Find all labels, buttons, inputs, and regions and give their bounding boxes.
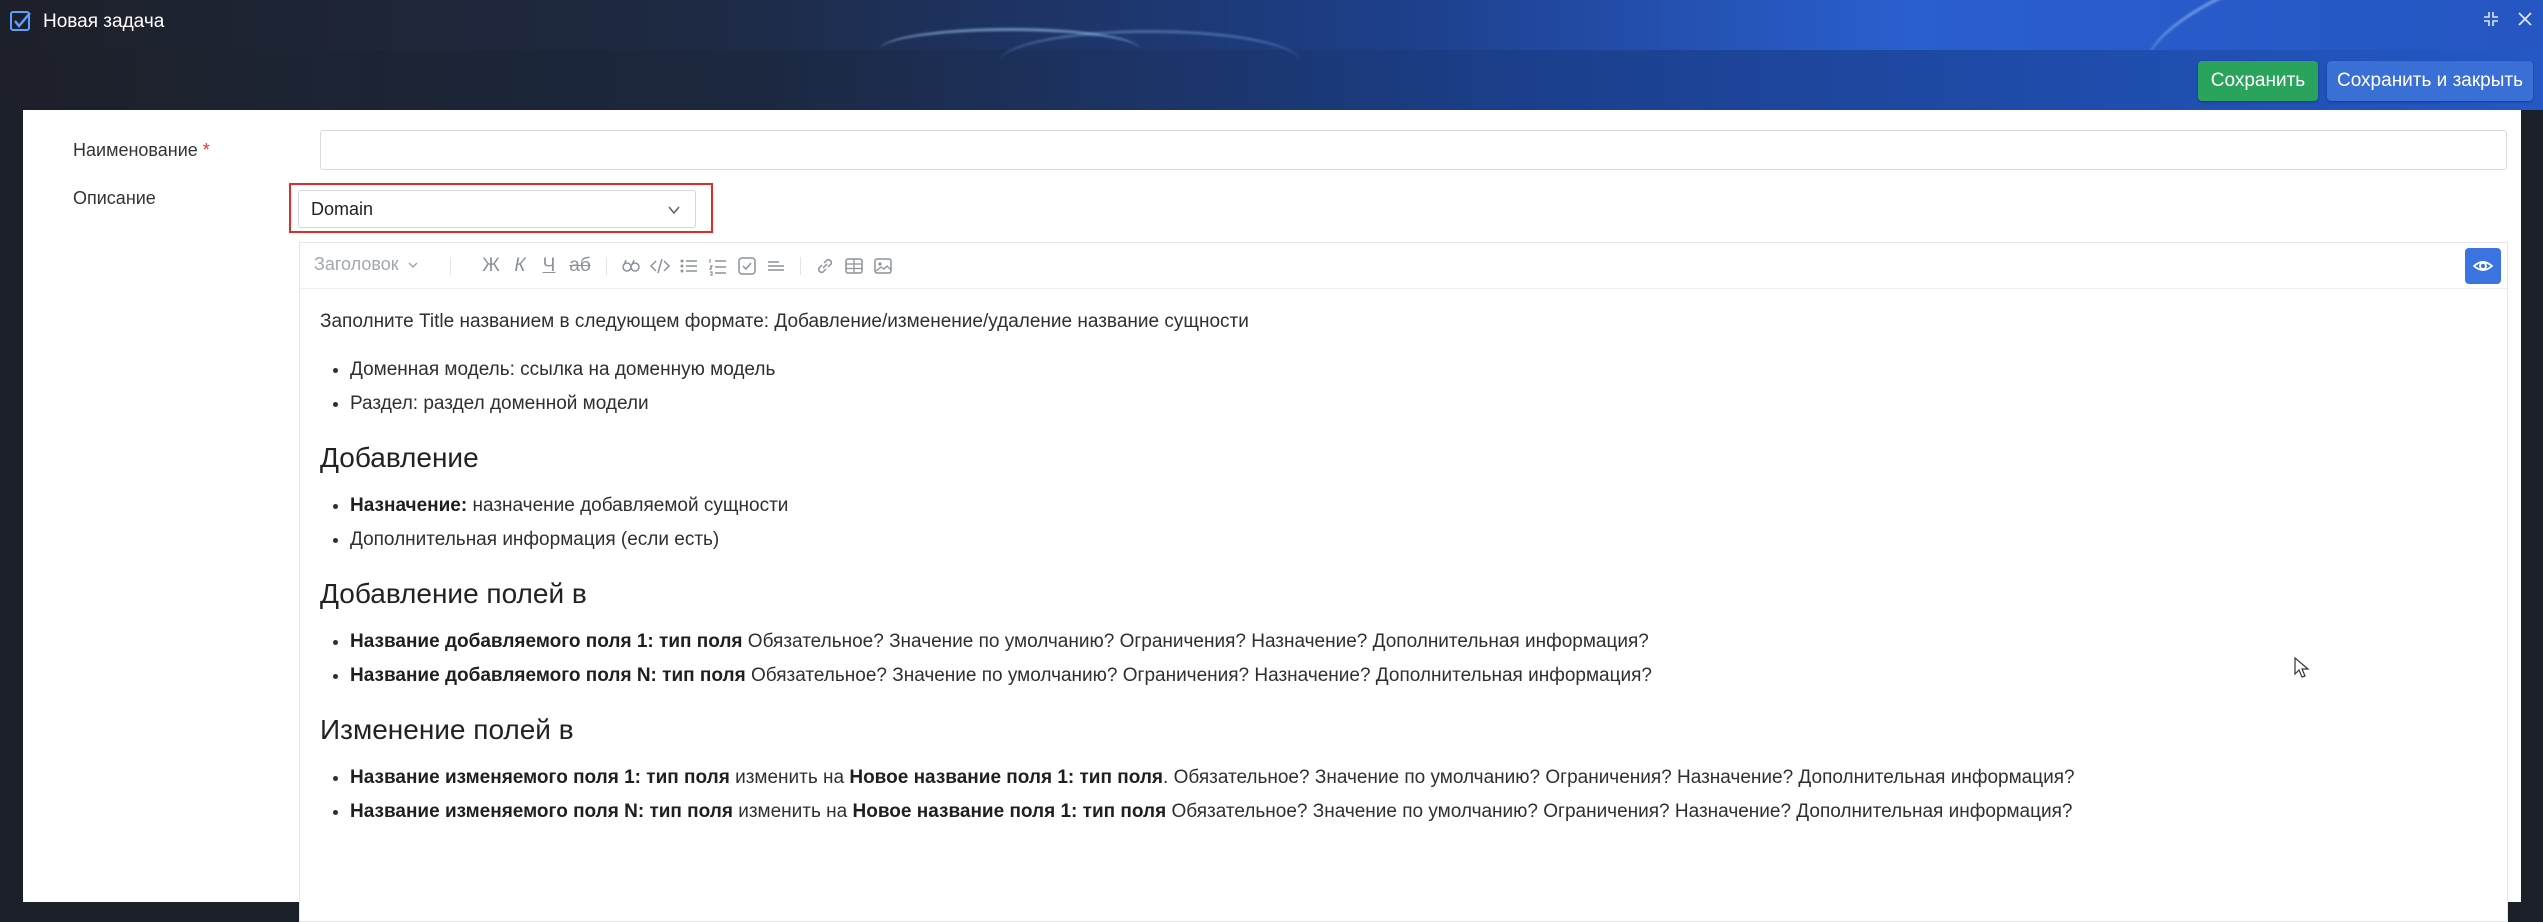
preview-toggle-button[interactable] bbox=[2465, 248, 2501, 284]
link-icon[interactable] bbox=[814, 255, 836, 277]
background-glow bbox=[1000, 30, 1300, 93]
editor-toolbar: Заголовок Ж К Ч аб bbox=[300, 243, 2507, 289]
section-heading: Добавление bbox=[320, 442, 479, 473]
section-heading: Изменение полей в bbox=[320, 714, 574, 745]
section-list: Название добавляемого поля 1: тип поля О… bbox=[320, 625, 2487, 693]
section-list: Название изменяемого поля 1: тип поля из… bbox=[320, 761, 2487, 829]
list-item: Название изменяемого поля 1: тип поля из… bbox=[350, 761, 2487, 795]
list-item-bold: Назначение: bbox=[350, 495, 468, 516]
list-item: Доменная модель: ссылка на доменную моде… bbox=[350, 353, 2487, 387]
heading-select-label: Заголовок bbox=[314, 254, 399, 274]
close-icon[interactable] bbox=[2513, 9, 2537, 33]
image-icon[interactable] bbox=[872, 255, 894, 277]
list-item-text: Обязательное? Значение по умолчанию? Огр… bbox=[742, 631, 1649, 652]
list-item-bold: Название изменяемого поля N: тип поля bbox=[350, 801, 733, 822]
quote-icon[interactable] bbox=[620, 255, 642, 277]
name-label: Наименование * bbox=[73, 140, 210, 161]
task-list-icon[interactable] bbox=[736, 255, 758, 277]
markdown-editor[interactable]: Заголовок Ж К Ч аб Заполните Title назва… bbox=[299, 242, 2508, 922]
list-item-text: . Обязательное? Значение по умолчанию? О… bbox=[1163, 767, 2075, 788]
list-item-text: изменить на bbox=[729, 767, 850, 788]
horizontal-rule-icon[interactable] bbox=[765, 255, 787, 277]
save-and-close-button[interactable]: Сохранить и закрыть bbox=[2327, 61, 2533, 101]
table-icon[interactable] bbox=[843, 255, 865, 277]
description-label: Описание bbox=[73, 188, 156, 208]
chevron-down-icon bbox=[408, 262, 418, 269]
mouse-cursor-icon bbox=[2294, 657, 2310, 678]
strikethrough-button[interactable]: аб bbox=[567, 255, 593, 277]
list-item: Название изменяемого поля N: тип поля из… bbox=[350, 795, 2487, 829]
toolbar-divider bbox=[606, 257, 607, 275]
list-item: Раздел: раздел доменной модели bbox=[350, 387, 2487, 421]
toolbar-divider bbox=[800, 257, 801, 275]
italic-button[interactable]: К bbox=[509, 255, 531, 277]
section-heading: Добавление полей в bbox=[320, 578, 587, 609]
save-button[interactable]: Сохранить bbox=[2198, 61, 2318, 101]
list-item-text: Обязательное? Значение по умолчанию? Огр… bbox=[1166, 801, 2073, 822]
list-item-text: Обязательное? Значение по умолчанию? Огр… bbox=[745, 665, 1652, 686]
task-form: Наименование * Описание Domain Заголовок… bbox=[23, 110, 2521, 922]
list-item-text: назначение добавляемой сущности bbox=[467, 495, 789, 516]
list-item: Название добавляемого поля 1: тип поля О… bbox=[350, 625, 2487, 659]
underline-button[interactable]: Ч bbox=[538, 255, 560, 277]
template-select-value: Domain bbox=[311, 199, 374, 219]
list-item-bold: Название добавляемого поля N: тип поля bbox=[350, 665, 746, 686]
list-item-bold: Название изменяемого поля 1: тип поля bbox=[350, 767, 730, 788]
name-label-text: Наименование bbox=[73, 140, 198, 160]
list-item: Дополнительная информация (если есть) bbox=[350, 523, 2487, 557]
section-list: Назначение: назначение добавляемой сущно… bbox=[320, 489, 2487, 557]
intro-paragraph: Заполните Title названием в следующем фо… bbox=[320, 311, 1249, 332]
list-item-text: изменить на bbox=[732, 801, 853, 822]
list-item-bold: Новое название поля 1: тип поля bbox=[852, 801, 1167, 822]
toolbar-divider bbox=[450, 257, 451, 275]
numbered-list-icon[interactable] bbox=[707, 255, 729, 277]
list-item: Название добавляемого поля N: тип поля О… bbox=[350, 659, 2487, 693]
list-item: Назначение: назначение добавляемой сущно… bbox=[350, 489, 2487, 523]
bold-button[interactable]: Ж bbox=[480, 255, 502, 277]
window-title: Новая задача bbox=[43, 11, 165, 32]
minimize-icon[interactable] bbox=[2479, 9, 2503, 33]
template-select[interactable]: Domain bbox=[298, 190, 696, 228]
code-icon[interactable] bbox=[649, 255, 671, 277]
intro-list: Доменная модель: ссылка на доменную моде… bbox=[320, 353, 2487, 421]
action-bar bbox=[0, 30, 2543, 110]
name-input[interactable] bbox=[320, 130, 2507, 170]
editor-content[interactable]: Заполните Title названием в следующем фо… bbox=[320, 291, 2487, 829]
chevron-down-icon bbox=[668, 206, 680, 215]
list-item-bold: Название добавляемого поля 1: тип поля bbox=[350, 631, 743, 652]
heading-select[interactable]: Заголовок bbox=[314, 254, 419, 275]
bullet-list-icon[interactable] bbox=[678, 255, 700, 277]
app-logo-icon bbox=[10, 11, 31, 31]
list-item-bold: Новое название поля 1: тип поля bbox=[849, 767, 1164, 788]
eye-icon bbox=[2472, 261, 2494, 271]
required-mark: * bbox=[202, 140, 210, 160]
